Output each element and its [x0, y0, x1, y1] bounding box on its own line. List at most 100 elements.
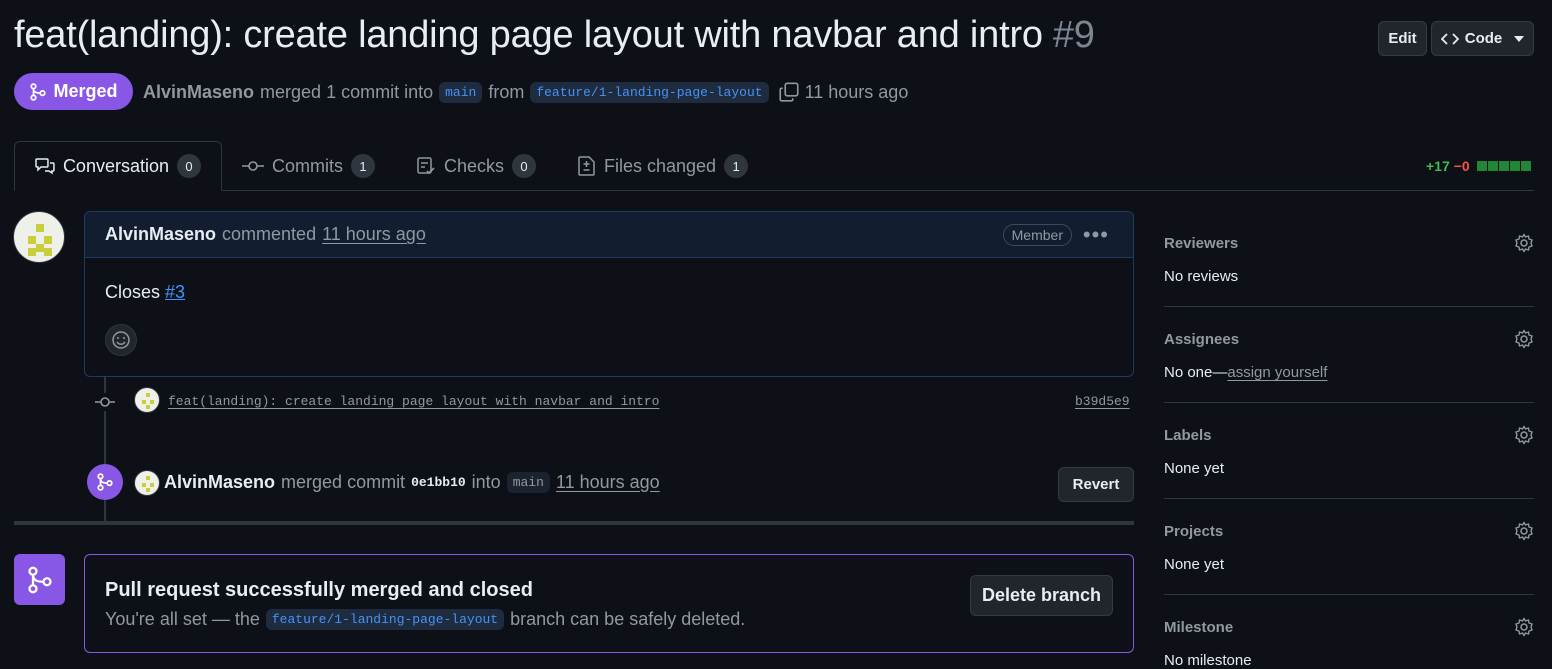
pr-number: #9 [1052, 14, 1095, 56]
merge-time[interactable]: 11 hours ago [556, 472, 660, 493]
more-options-icon[interactable]: ••• [1083, 222, 1109, 248]
sidebar-divider [1164, 594, 1534, 595]
sidebar-assignees: Assignees No one—assign yourself [1164, 329, 1534, 381]
commit-message[interactable]: feat(landing): create landing page layou… [168, 394, 659, 409]
tab-commits[interactable]: Commits 1 [222, 141, 395, 191]
sidebar-heading[interactable]: Milestone [1164, 619, 1534, 636]
sidebar-divider [1164, 306, 1534, 307]
tab-files-changed[interactable]: Files changed 1 [558, 141, 768, 191]
pr-meta: AlvinMaseno merged 1 commit into main fr… [143, 79, 908, 105]
merge-commit-sha[interactable]: 0e1bb10 [411, 475, 466, 490]
avatar[interactable] [134, 470, 160, 496]
status-badge: Merged [14, 73, 133, 110]
copy-icon[interactable] [779, 82, 799, 102]
sidebar-heading[interactable]: Projects [1164, 523, 1534, 540]
smiley-icon [112, 331, 130, 349]
merge-status-title: Pull request successfully merged and clo… [105, 579, 533, 601]
pr-author[interactable]: AlvinMaseno [143, 82, 254, 103]
tab-count: 0 [512, 154, 537, 178]
tab-conversation[interactable]: Conversation 0 [14, 141, 222, 191]
code-button[interactable]: Code [1431, 21, 1534, 56]
add-reaction-button[interactable] [105, 324, 137, 356]
merge-base-branch[interactable]: main [506, 471, 550, 493]
sidebar-heading[interactable]: Labels [1164, 427, 1534, 444]
caret-down-icon [1514, 35, 1525, 42]
assign-yourself-link[interactable]: assign yourself [1227, 364, 1327, 381]
sidebar-labels: Labels None yet [1164, 425, 1534, 477]
avatar[interactable] [13, 211, 65, 263]
tab-checks[interactable]: Checks 0 [396, 141, 556, 191]
sidebar-value: No reviews [1164, 268, 1239, 285]
merge-status-prefix: You're all set — the [105, 609, 260, 629]
delete-branch-button[interactable]: Delete branch [970, 575, 1113, 616]
comment-body-text: Closes [105, 282, 161, 302]
diffstat-square [1498, 161, 1509, 171]
tab-label: Files changed [604, 155, 717, 176]
git-merge-icon [27, 566, 52, 593]
code-button-label: Code [1464, 30, 1503, 47]
sidebar-value: None yet [1164, 556, 1225, 573]
diffstat-square [1487, 161, 1498, 171]
head-branch[interactable]: feature/1-landing-page-layout [530, 81, 769, 103]
git-merge-icon [97, 473, 113, 491]
sidebar-divider [1164, 402, 1534, 403]
comment-header: AlvinMaseno commented 11 hours ago [85, 212, 1133, 258]
gear-icon[interactable] [1514, 521, 1534, 541]
diff-deletions: −0 [1453, 158, 1470, 174]
comment-author[interactable]: AlvinMaseno [105, 224, 216, 245]
comment-body: Closes #3 [105, 282, 185, 303]
merged-text: merged 1 commit into [260, 81, 434, 102]
comment-discussion-icon [35, 158, 55, 175]
tab-label: Commits [272, 155, 343, 176]
commit-sha[interactable]: b39d5e9 [1075, 394, 1130, 409]
assignees-none-text: No one— [1164, 364, 1228, 381]
merge-status-box: Pull request successfully merged and clo… [84, 554, 1134, 653]
issue-link[interactable]: #3 [165, 282, 185, 302]
diffstat-square [1520, 161, 1531, 171]
identicon-icon [142, 476, 154, 492]
identicon-icon [142, 393, 154, 409]
tab-label: Conversation [62, 155, 169, 176]
edit-button[interactable]: Edit [1378, 21, 1427, 56]
sidebar-value: None yet [1164, 460, 1225, 477]
gear-icon[interactable] [1514, 329, 1534, 349]
comment-box: AlvinMaseno commented 11 hours ago Membe… [84, 211, 1134, 377]
diffstat-square [1476, 161, 1487, 171]
avatar[interactable] [134, 387, 160, 413]
pr-title: feat(landing): create landing page layou… [14, 14, 1095, 57]
merge-into-text: into [471, 471, 501, 492]
merge-event-badge [87, 464, 123, 500]
git-merge-icon [30, 82, 47, 101]
diff-additions: +17 [1426, 158, 1450, 174]
comment-time[interactable]: 11 hours ago [322, 224, 426, 245]
sidebar-value: No milestone [1164, 652, 1252, 669]
timeline-end-divider [14, 521, 1134, 525]
identicon-icon [28, 224, 52, 256]
merge-status-suffix: branch can be safely deleted. [510, 609, 746, 629]
member-badge: Member [1002, 224, 1072, 246]
comment-action: commented [222, 224, 317, 244]
merge-author[interactable]: AlvinMaseno [164, 472, 275, 493]
gear-icon[interactable] [1514, 233, 1534, 253]
sidebar-reviewers: Reviewers No reviews [1164, 233, 1534, 285]
sidebar-heading[interactable]: Assignees [1164, 331, 1534, 348]
sidebar-heading[interactable]: Reviewers [1164, 235, 1534, 252]
base-branch[interactable]: main [439, 81, 483, 103]
merge-box-icon-wrap [14, 554, 65, 605]
tab-count: 0 [177, 154, 201, 178]
pr-title-text: feat(landing): create landing page layou… [14, 14, 1043, 56]
git-commit-icon [242, 161, 264, 171]
merge-status-branch[interactable]: feature/1-landing-page-layout [265, 609, 505, 630]
status-label: Merged [53, 81, 118, 101]
tab-count: 1 [724, 154, 749, 178]
gear-icon[interactable] [1514, 425, 1534, 445]
sidebar-milestone: Milestone No milestone [1164, 617, 1534, 669]
merge-text: merged commit [281, 471, 406, 492]
revert-button[interactable]: Revert [1058, 467, 1134, 502]
gear-icon[interactable] [1514, 617, 1534, 637]
sidebar-divider [1164, 498, 1534, 499]
from-text: from [488, 81, 525, 102]
sidebar-value: No one—assign yourself [1164, 364, 1534, 381]
checklist-icon [417, 157, 435, 175]
diffstat: +17 −0 [1426, 158, 1531, 174]
